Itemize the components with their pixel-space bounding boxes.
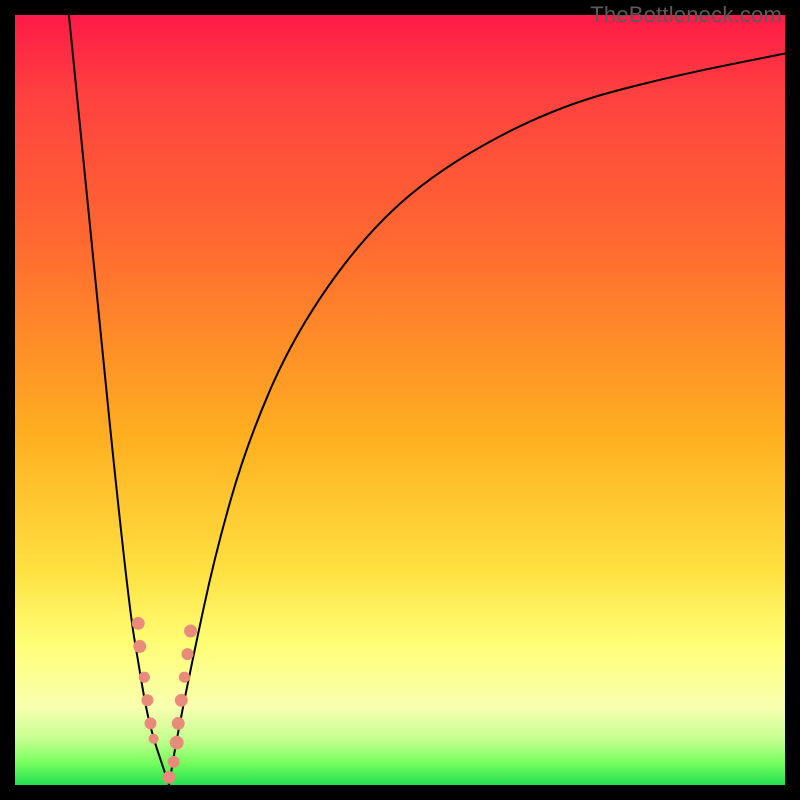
scatter-point <box>149 734 159 744</box>
scatter-point <box>170 736 184 750</box>
curve-left-branch <box>69 15 169 785</box>
scatter-point <box>132 617 145 630</box>
scatter-point <box>168 756 180 768</box>
scatter-point <box>181 648 193 660</box>
chart-plot-area <box>15 15 785 785</box>
chart-frame: TheBottleneck.com <box>0 0 800 800</box>
scatter-point <box>184 625 197 638</box>
chart-svg <box>15 15 785 785</box>
scatter-point <box>141 694 153 706</box>
scatter-point <box>163 771 176 784</box>
scatter-points <box>132 617 197 784</box>
curve-right-branch <box>169 54 785 786</box>
scatter-point <box>133 640 146 653</box>
scatter-point <box>175 694 188 707</box>
scatter-point <box>145 717 157 729</box>
scatter-point <box>139 672 150 683</box>
scatter-point <box>172 717 185 730</box>
watermark-label: TheBottleneck.com <box>590 2 782 28</box>
scatter-point <box>179 672 190 683</box>
